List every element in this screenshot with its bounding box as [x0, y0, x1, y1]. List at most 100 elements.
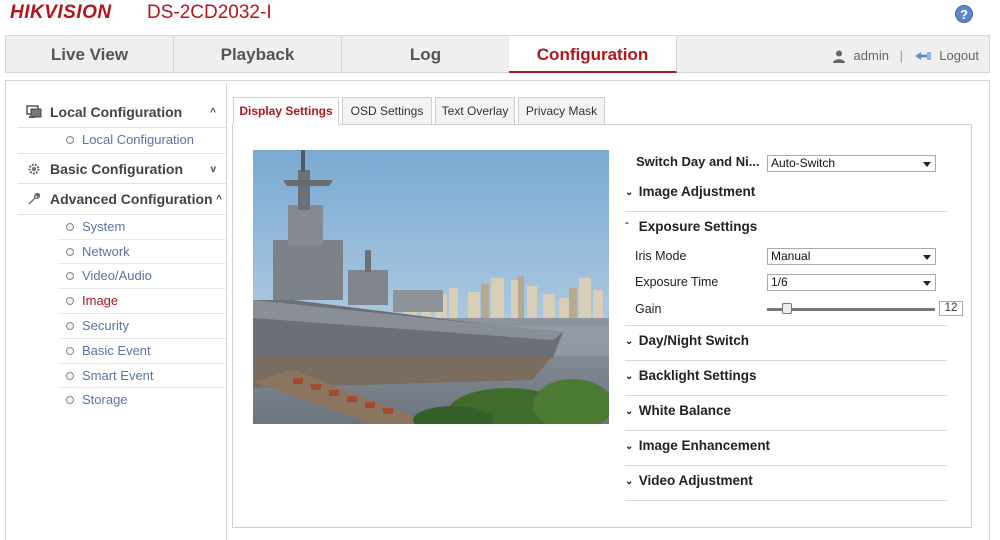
username: admin [853, 48, 889, 64]
chevron-up-icon: ˆ [625, 222, 629, 233]
chevron-up-icon: ^ [210, 107, 216, 118]
tab-playback[interactable]: Playback [174, 36, 342, 73]
section-label: White Balance [638, 403, 732, 418]
iris-mode-label: Iris Mode [635, 249, 687, 263]
sidebar-group-advanced-configuration[interactable]: Advanced Configuration ^ [18, 184, 226, 215]
section-label: Day/Night Switch [638, 333, 750, 348]
chevron-down-icon: ⌄ [625, 441, 634, 452]
section-label: Image Adjustment [638, 184, 756, 199]
tab-osd-settings[interactable]: OSD Settings [342, 97, 432, 125]
section-day-night-switch[interactable]: ⌄ Day/Night Switch [625, 326, 947, 361]
tab-text-overlay[interactable]: Text Overlay [435, 97, 515, 125]
gain-slider-handle[interactable] [782, 303, 793, 314]
gain-slider[interactable] [767, 308, 935, 311]
user-separator: | [899, 48, 903, 64]
brand-logo: HIKVISION [10, 2, 112, 23]
bullet-icon [66, 222, 74, 231]
sidebar-item-label: Smart Event [82, 367, 154, 383]
sidebar-item-label: Image [82, 293, 119, 309]
exposure-time-label: Exposure Time [635, 275, 719, 289]
bullet-icon [66, 247, 74, 256]
chevron-down-icon [923, 255, 931, 260]
section-label: Image Enhancement [638, 438, 771, 453]
sidebar-item-label: Storage [82, 392, 128, 408]
sidebar-item-local-configuration[interactable]: Local Configuration [58, 128, 226, 153]
iris-mode-select[interactable]: Manual [767, 248, 936, 265]
sidebar-item-image[interactable]: Image [58, 289, 226, 314]
bullet-icon [66, 371, 74, 380]
gain-row: Gain 12 [625, 300, 963, 326]
sidebar-item-network[interactable]: Network [58, 240, 226, 265]
switch-day-night-row: Switch Day and Ni... Auto-Switch [625, 154, 947, 174]
chevron-down-icon: ⌄ [625, 187, 634, 198]
sidebar-group-local-configuration[interactable]: Local Configuration ^ [18, 97, 226, 128]
iris-mode-row: Iris Mode Manual [625, 248, 947, 268]
section-label: Exposure Settings [638, 219, 758, 234]
gain-label: Gain [635, 302, 662, 316]
sidebar-item-system[interactable]: System [58, 215, 226, 240]
user-area: admin | Logout [832, 36, 979, 73]
section-image-adjustment[interactable]: ⌄ Image Adjustment [625, 177, 947, 212]
logout-link[interactable]: Logout [939, 48, 979, 63]
bullet-icon [66, 136, 74, 144]
sidebar-item-basic-event[interactable]: Basic Event [58, 339, 226, 364]
device-model: DS-2CD2032-I [147, 2, 272, 23]
camera-snapshot-image [253, 150, 609, 424]
sidebar-item-security[interactable]: Security [58, 314, 226, 339]
section-image-enhancement[interactable]: ⌄ Image Enhancement [625, 431, 947, 466]
section-exposure-settings[interactable]: ˆ Exposure Settings [625, 212, 947, 247]
chevron-down-icon: ⌄ [625, 476, 634, 487]
section-video-adjustment[interactable]: ⌄ Video Adjustment [625, 466, 947, 501]
bullet-icon [66, 272, 74, 281]
chevron-down-icon: ⌄ [625, 371, 634, 382]
exposure-time-select[interactable]: 1/6 [767, 274, 936, 291]
sidebar-item-label: Security [82, 317, 129, 333]
chevron-down-icon: ⌄ [625, 336, 634, 347]
chevron-down-icon [923, 162, 931, 167]
chevron-down-icon: ⌄ [625, 406, 634, 417]
tab-privacy-mask[interactable]: Privacy Mask [518, 97, 605, 125]
top-header: HIKVISION DS-2CD2032-I ? [0, 0, 1000, 28]
monitor-icon [26, 105, 42, 118]
sidebar-item-label: Network [82, 243, 130, 259]
tab-live-view[interactable]: Live View [6, 36, 174, 73]
sidebar-group-basic-configuration[interactable]: Basic Configuration v [18, 152, 226, 184]
main-nav: Live View Playback Log Configuration adm… [5, 35, 990, 73]
logout-icon[interactable] [914, 49, 932, 63]
chevron-down-icon [923, 281, 931, 286]
sidebar-divider [226, 83, 227, 540]
select-value: Manual [771, 249, 811, 263]
section-white-balance[interactable]: ⌄ White Balance [625, 396, 947, 431]
bullet-icon [66, 396, 74, 405]
gear-icon [28, 163, 40, 175]
bullet-icon [66, 346, 74, 355]
sidebar-item-label: Video/Audio [82, 268, 152, 284]
help-icon[interactable]: ? [955, 5, 973, 23]
bullet-icon [66, 297, 74, 306]
chevron-down-icon: v [210, 163, 216, 175]
tab-display-settings[interactable]: Display Settings [233, 97, 339, 125]
tab-configuration[interactable]: Configuration [509, 36, 677, 73]
switch-day-night-label: Switch Day and Ni... [636, 154, 760, 169]
sidebar-group-label: Local Configuration [50, 104, 183, 120]
sidebar-item-label: System [82, 218, 126, 234]
gain-value-input[interactable]: 12 [939, 301, 963, 316]
sidebar-item-smart-event[interactable]: Smart Event [58, 364, 226, 389]
sidebar-item-storage[interactable]: Storage [58, 388, 226, 413]
sidebar-item-video-audio[interactable]: Video/Audio [58, 264, 226, 290]
sidebar: Local Configuration ^ Local Configuratio… [18, 97, 226, 413]
bullet-icon [66, 321, 74, 330]
live-video-preview [253, 150, 609, 424]
section-backlight-settings[interactable]: ⌄ Backlight Settings [625, 361, 947, 396]
sidebar-group-label: Basic Configuration [50, 160, 184, 177]
section-label: Backlight Settings [638, 368, 757, 383]
user-icon [832, 50, 845, 63]
exposure-time-row: Exposure Time 1/6 [625, 274, 947, 294]
switch-day-night-select[interactable]: Auto-Switch [767, 155, 936, 172]
tab-log[interactable]: Log [342, 36, 510, 73]
sidebar-item-label: Basic Event [82, 342, 151, 358]
select-value: 1/6 [771, 275, 788, 289]
chevron-up-icon: ^ [216, 193, 222, 205]
wrench-icon [28, 192, 41, 205]
select-value: Auto-Switch [771, 156, 836, 170]
